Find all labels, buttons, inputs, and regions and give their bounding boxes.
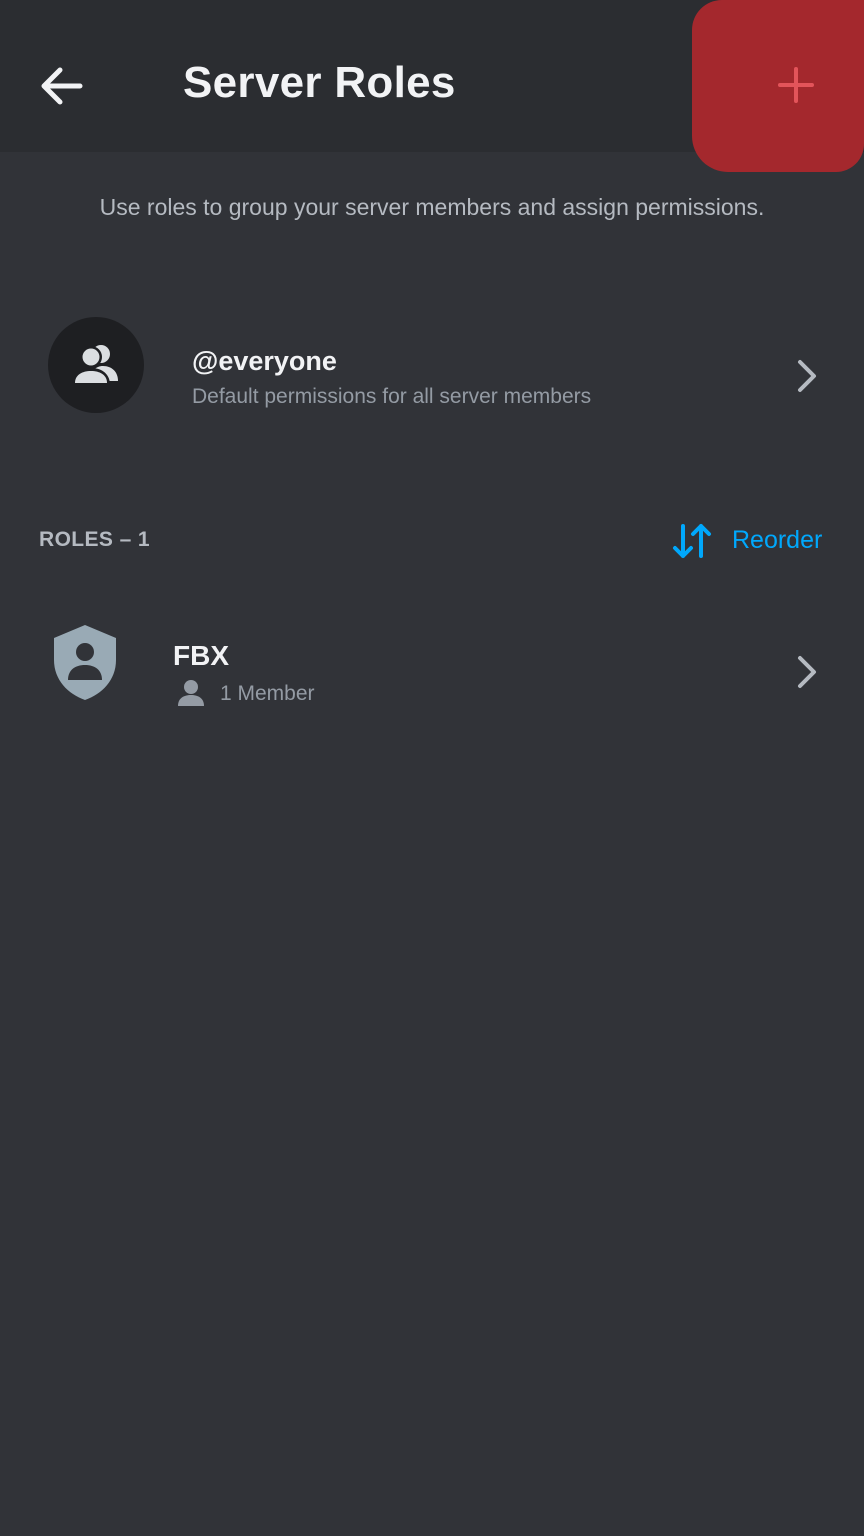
- plus-icon: [778, 67, 814, 103]
- reorder-button[interactable]: Reorder: [672, 518, 832, 564]
- person-icon: [178, 680, 204, 706]
- chevron-right-icon: [798, 360, 816, 392]
- roles-section-header: ROLES – 1: [39, 528, 150, 551]
- back-button[interactable]: [36, 60, 88, 112]
- role-member-count: 1 Member: [176, 678, 376, 710]
- everyone-avatar: [48, 317, 144, 413]
- page-title: Server Roles: [183, 58, 456, 107]
- role-members-label: 1 Member: [220, 682, 315, 705]
- role-row[interactable]: FBX 1 Member: [0, 612, 864, 732]
- role-name: FBX: [173, 640, 229, 671]
- everyone-role-name: @everyone: [192, 346, 337, 376]
- sort-arrows-icon: [673, 524, 711, 558]
- add-role-button[interactable]: [692, 0, 864, 172]
- page-description: Use roles to group your server members a…: [99, 194, 765, 220]
- arrow-left-icon: [41, 67, 83, 105]
- shield-person-icon: [54, 625, 116, 700]
- chevron-right-icon: [798, 656, 816, 688]
- everyone-role-subtitle: Default permissions for all server membe…: [192, 385, 592, 408]
- everyone-role-row[interactable]: @everyone Default permissions for all se…: [0, 310, 864, 420]
- people-icon: [72, 345, 118, 385]
- server-roles-screen: Server Roles Use roles to group your ser…: [0, 0, 864, 1536]
- reorder-label: Reorder: [732, 526, 823, 554]
